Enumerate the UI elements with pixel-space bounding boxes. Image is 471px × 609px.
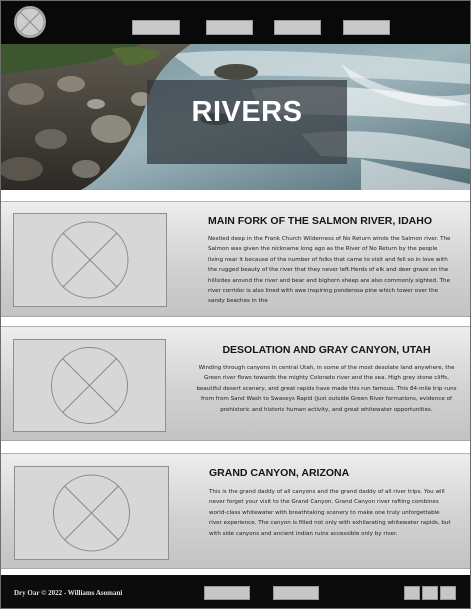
social-icon-2[interactable] bbox=[422, 586, 438, 600]
card-description: This is the grand daddy of all canyons a… bbox=[209, 489, 451, 537]
image-placeholder-icon bbox=[13, 213, 167, 307]
nav-button-2[interactable] bbox=[206, 20, 253, 35]
page: RIVERS MAIN FORK OF THE SALMON RIVER, ID… bbox=[0, 0, 471, 609]
nav-button-4[interactable] bbox=[343, 20, 390, 35]
image-placeholder-icon bbox=[14, 466, 169, 560]
footer-copyright: Dry Oar © 2022 - Williams Asomani bbox=[14, 589, 123, 597]
hero-banner: RIVERS bbox=[1, 44, 470, 190]
social-icon-1[interactable] bbox=[404, 586, 420, 600]
hero-title: RIVERS bbox=[191, 96, 303, 128]
nav-button-1[interactable] bbox=[132, 20, 180, 35]
footer-button-2[interactable] bbox=[273, 586, 319, 600]
card-title: MAIN FORK OF THE SALMON RIVER, IDAHO bbox=[208, 215, 432, 227]
footer: Dry Oar © 2022 - Williams Asomani bbox=[1, 575, 470, 608]
nav-button-3[interactable] bbox=[274, 20, 321, 35]
top-navbar bbox=[1, 1, 470, 44]
footer-button-1[interactable] bbox=[204, 586, 250, 600]
image-placeholder-icon bbox=[13, 339, 166, 432]
river-card-grand-canyon: GRAND CANYON, ARIZONA This is the grand … bbox=[1, 453, 470, 569]
logo-placeholder-icon[interactable] bbox=[14, 6, 46, 38]
river-card-desolation: DESOLATION AND GRAY CANYON, UTAH Winding… bbox=[1, 326, 470, 441]
social-icon-3[interactable] bbox=[440, 586, 456, 600]
card-title: DESOLATION AND GRAY CANYON, UTAH bbox=[222, 344, 431, 356]
card-description: Winding through canyons in central Utah,… bbox=[196, 365, 457, 413]
river-card-salmon: MAIN FORK OF THE SALMON RIVER, IDAHO Nes… bbox=[1, 201, 470, 317]
card-title: GRAND CANYON, ARIZONA bbox=[209, 467, 350, 479]
card-description: Nestled deep in the Frank Church Wildern… bbox=[208, 236, 451, 305]
